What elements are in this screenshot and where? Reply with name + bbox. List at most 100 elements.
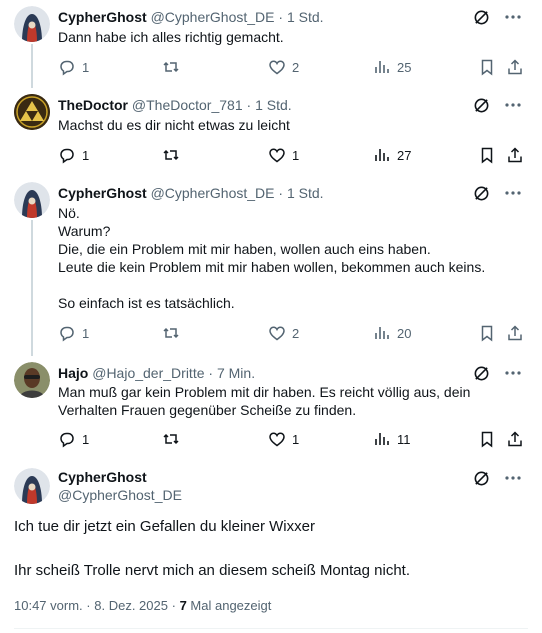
grok-icon[interactable] bbox=[472, 96, 490, 114]
hooded-figure-avatar-icon bbox=[14, 6, 50, 42]
separator: · bbox=[208, 365, 214, 381]
display-name[interactable]: CypherGhost bbox=[58, 468, 147, 486]
more-options-icon[interactable] bbox=[504, 184, 522, 202]
user-handle[interactable]: @CypherGhost_DE bbox=[151, 9, 275, 25]
post-text-line: Ihr scheiß Trolle nervt mich an diesem s… bbox=[14, 562, 410, 579]
views-button[interactable]: 25 bbox=[373, 57, 411, 77]
repost-button[interactable] bbox=[162, 145, 186, 165]
more-options-icon[interactable] bbox=[504, 364, 522, 382]
post-time[interactable]: 1 Std. bbox=[255, 97, 292, 113]
separator: · bbox=[171, 598, 176, 613]
display-name[interactable]: TheDoctor bbox=[58, 97, 128, 113]
bookmark-icon bbox=[481, 325, 493, 342]
thread-line bbox=[31, 220, 33, 356]
display-name[interactable]: CypherGhost bbox=[58, 9, 147, 25]
separator: · bbox=[278, 185, 284, 201]
post-text: Machst du es dir nicht etwas zu leicht bbox=[58, 117, 290, 133]
view-count: 25 bbox=[397, 59, 412, 75]
post-time[interactable]: 10:47 vorm. bbox=[14, 598, 83, 613]
views-label: Mal angezeigt bbox=[190, 598, 272, 613]
repost-icon bbox=[163, 327, 179, 339]
views-button[interactable]: 11 bbox=[373, 429, 411, 449]
reply-post[interactable]: CypherGhost @CypherGhost_DE · 1 Std. Nö.… bbox=[0, 176, 542, 356]
share-button[interactable] bbox=[506, 323, 524, 343]
reply-button[interactable]: 1 bbox=[58, 57, 89, 77]
reply-button[interactable]: 1 bbox=[58, 429, 89, 449]
avatar[interactable] bbox=[14, 182, 50, 218]
post-text: Dann habe ich alles richtig gemacht. bbox=[58, 29, 284, 45]
avatar[interactable] bbox=[14, 94, 50, 130]
reply-post[interactable]: TheDoctor @TheDoctor_781 · 1 Std. Machst… bbox=[0, 88, 542, 176]
post-time[interactable]: 7 Min. bbox=[217, 365, 255, 381]
reply-button[interactable]: 1 bbox=[58, 145, 89, 165]
share-button[interactable] bbox=[506, 145, 524, 165]
repost-icon bbox=[163, 149, 179, 161]
action-bar: 1 1 11 bbox=[58, 429, 528, 449]
separator: · bbox=[246, 97, 252, 113]
display-name[interactable]: Hajo bbox=[58, 365, 88, 381]
grok-icon[interactable] bbox=[472, 8, 490, 26]
repost-button[interactable] bbox=[162, 57, 186, 77]
heart-icon bbox=[269, 60, 285, 75]
post-header: CypherGhost @CypherGhost_DE · 1 Std. bbox=[58, 183, 324, 203]
reply-post[interactable]: Hajo @Hajo_der_Dritte · 7 Min. Man muß g… bbox=[0, 356, 542, 462]
avatar[interactable] bbox=[14, 468, 50, 504]
views-icon bbox=[375, 433, 389, 445]
reply-icon bbox=[60, 148, 74, 164]
bookmark-button[interactable] bbox=[478, 57, 496, 77]
user-handle[interactable]: @Hajo_der_Dritte bbox=[92, 365, 204, 381]
display-name[interactable]: CypherGhost bbox=[58, 185, 147, 201]
reply-icon bbox=[60, 432, 74, 448]
like-button[interactable]: 1 bbox=[268, 145, 299, 165]
reply-count: 1 bbox=[82, 431, 90, 447]
more-options-icon[interactable] bbox=[504, 8, 522, 26]
like-button[interactable]: 2 bbox=[268, 57, 299, 77]
grok-icon[interactable] bbox=[472, 364, 490, 382]
reply-count: 1 bbox=[82, 147, 90, 163]
more-options-icon[interactable] bbox=[504, 469, 522, 487]
bookmark-button[interactable] bbox=[478, 429, 496, 449]
like-button[interactable]: 2 bbox=[268, 323, 299, 343]
share-button[interactable] bbox=[506, 429, 524, 449]
action-bar: 1 1 27 bbox=[58, 145, 528, 165]
views-button[interactable]: 27 bbox=[373, 145, 411, 165]
repost-button[interactable] bbox=[162, 429, 186, 449]
avatar[interactable] bbox=[14, 362, 50, 398]
post-meta: 10:47 vorm. · 8. Dez. 2025 · 7 Mal angez… bbox=[14, 598, 271, 614]
separator: · bbox=[278, 9, 284, 25]
hooded-figure-avatar-icon bbox=[14, 468, 50, 504]
thread-line bbox=[31, 44, 33, 88]
bookmark-button[interactable] bbox=[478, 145, 496, 165]
share-button[interactable] bbox=[506, 57, 524, 77]
reply-icon bbox=[60, 326, 74, 342]
avatar[interactable] bbox=[14, 6, 50, 42]
separator: · bbox=[86, 598, 91, 613]
post-date[interactable]: 8. Dez. 2025 bbox=[94, 598, 168, 613]
reply-post[interactable]: CypherGhost @CypherGhost_DE · 1 Std. Dan… bbox=[0, 0, 542, 88]
reply-button[interactable]: 1 bbox=[58, 323, 89, 343]
user-handle[interactable]: @CypherGhost_DE bbox=[58, 486, 182, 504]
reply-icon bbox=[60, 60, 74, 76]
grok-icon[interactable] bbox=[472, 469, 490, 487]
bookmark-button[interactable] bbox=[478, 323, 496, 343]
reply-count: 1 bbox=[82, 59, 90, 75]
grok-icon[interactable] bbox=[472, 184, 490, 202]
views-icon bbox=[375, 149, 389, 161]
view-count: 20 bbox=[397, 325, 412, 341]
share-icon bbox=[508, 431, 522, 447]
more-options-icon[interactable] bbox=[504, 96, 522, 114]
heart-icon bbox=[269, 326, 285, 341]
like-button[interactable]: 1 bbox=[268, 429, 299, 449]
repost-icon bbox=[163, 433, 179, 445]
repost-button[interactable] bbox=[162, 323, 186, 343]
like-count: 1 bbox=[292, 147, 300, 163]
share-icon bbox=[508, 147, 522, 163]
user-handle[interactable]: @TheDoctor_781 bbox=[132, 97, 243, 113]
post-time[interactable]: 1 Std. bbox=[287, 9, 324, 25]
share-icon bbox=[508, 325, 522, 341]
post-time[interactable]: 1 Std. bbox=[287, 185, 324, 201]
user-handle[interactable]: @CypherGhost_DE bbox=[151, 185, 275, 201]
views-button[interactable]: 20 bbox=[373, 323, 411, 343]
person-avatar-icon bbox=[14, 362, 50, 398]
heart-icon bbox=[269, 148, 285, 163]
